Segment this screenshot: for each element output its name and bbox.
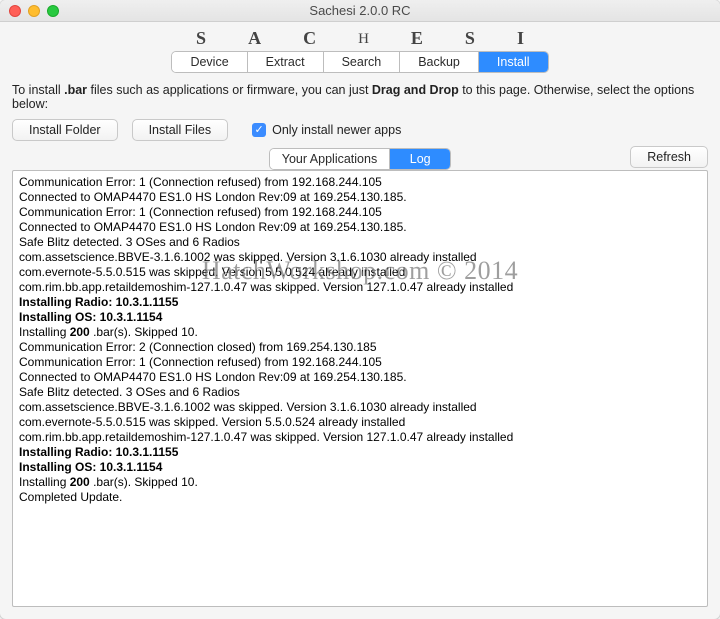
log-line: Communication Error: 1 (Connection refus… [19,355,701,370]
log-line: Connected to OMAP4470 ES1.0 HS London Re… [19,190,701,205]
log-box: Communication Error: 1 (Connection refus… [12,170,708,607]
info-text: files such as applications or firmware, … [87,83,372,97]
brand-letter: C [303,28,316,49]
content-area: Your ApplicationsLog Refresh Communicati… [12,147,708,607]
log-line: Installing OS: 10.3.1.1154 [19,310,701,325]
install-files-button[interactable]: Install Files [132,119,229,141]
brand-letter: A [248,28,261,49]
log-line: Communication Error: 1 (Connection refus… [19,175,701,190]
tab-backup[interactable]: Backup [400,52,479,72]
log-line: Connected to OMAP4470 ES1.0 HS London Re… [19,220,701,235]
info-line: To install .bar files such as applicatio… [0,73,720,117]
info-bold-bar: .bar [64,83,87,97]
install-folder-button[interactable]: Install Folder [12,119,118,141]
brand-letter: E [411,28,423,49]
log-line: Installing Radio: 10.3.1.1155 [19,445,701,460]
log-line: Installing OS: 10.3.1.1154 [19,460,701,475]
tab-extract[interactable]: Extract [248,52,324,72]
log-line: Connected to OMAP4470 ES1.0 HS London Re… [19,370,701,385]
subtab-log[interactable]: Log [390,149,450,169]
brand-letters: SACHESI [0,28,720,49]
subtab-row: Your ApplicationsLog Refresh [12,147,708,171]
log-line: Communication Error: 1 (Connection refus… [19,205,701,220]
brand-letter: S [196,28,206,49]
controls-row: Install Folder Install Files ✓ Only inst… [0,117,720,147]
log-line: com.evernote-5.5.0.515 was skipped. Vers… [19,415,701,430]
log-line: Installing 200 .bar(s). Skipped 10. [19,325,701,340]
log-line: Installing 200 .bar(s). Skipped 10. [19,475,701,490]
brand-letter: I [517,28,524,49]
tab-search[interactable]: Search [324,52,401,72]
subtab-your-applications[interactable]: Your Applications [270,149,390,169]
only-newer-checkbox[interactable]: ✓ Only install newer apps [252,123,401,137]
log-line: com.rim.bb.app.retaildemoshim-127.1.0.47… [19,280,701,295]
window-title: Sachesi 2.0.0 RC [0,3,720,18]
log-line: Communication Error: 2 (Connection close… [19,340,701,355]
checkbox-label: Only install newer apps [272,123,401,137]
log-line: com.evernote-5.5.0.515 was skipped. Vers… [19,265,701,280]
tab-install[interactable]: Install [479,52,548,72]
refresh-button[interactable]: Refresh [630,146,708,168]
app-window: Sachesi 2.0.0 RC S A C H E S I DeviceExtractSe… [0,0,720,619]
tab-device[interactable]: Device [172,52,247,72]
info-bold-dnd: Drag and Drop [372,83,459,97]
checkbox-checked-icon: ✓ [252,123,266,137]
brand-letter: H [358,31,369,49]
info-text: To install [12,83,64,97]
titlebar: Sachesi 2.0.0 RC [0,0,720,22]
log-line: Safe Blitz detected. 3 OSes and 6 Radios [19,385,701,400]
log-line: com.assetscience.BBVE-3.1.6.1002 was ski… [19,400,701,415]
brand-letter: S [465,28,475,49]
log-line: com.assetscience.BBVE-3.1.6.1002 was ski… [19,250,701,265]
main-tabs: DeviceExtractSearchBackupInstall [0,51,720,73]
log-line: Completed Update. [19,490,701,505]
log-line: com.rim.bb.app.retaildemoshim-127.1.0.47… [19,430,701,445]
log-content: Communication Error: 1 (Connection refus… [13,171,707,509]
log-line: Installing Radio: 10.3.1.1155 [19,295,701,310]
log-line: Safe Blitz detected. 3 OSes and 6 Radios [19,235,701,250]
